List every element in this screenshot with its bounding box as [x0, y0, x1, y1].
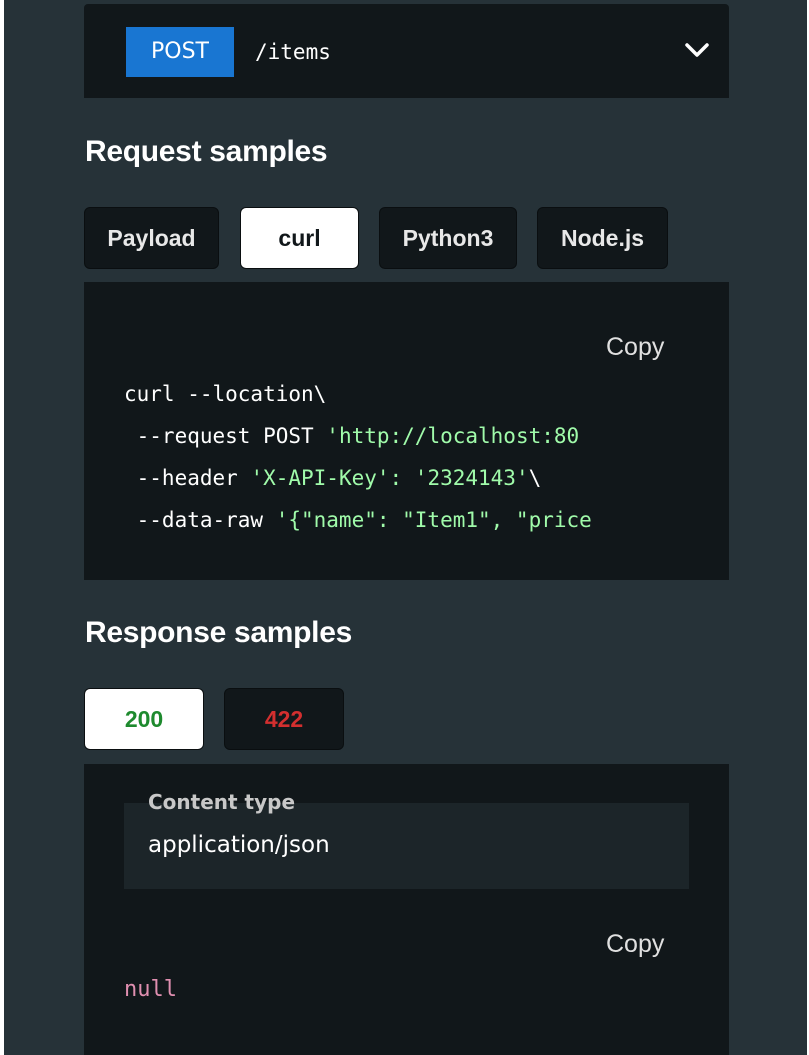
- content-type-select[interactable]: Content type application/json: [124, 790, 689, 889]
- tab-nodejs[interactable]: Node.js: [537, 207, 668, 269]
- copy-button[interactable]: Copy: [606, 929, 664, 959]
- chevron-down-icon[interactable]: [683, 40, 711, 60]
- code-line-1: curl --location\: [124, 380, 326, 408]
- code-text: --header: [124, 466, 251, 490]
- code-string: 'X-API-Key': '2324143': [250, 466, 529, 490]
- code-text: --request POST: [124, 424, 327, 448]
- code-string: '{"name": "Item1", "price: [275, 508, 592, 532]
- response-code-block: Content type application/json Copy null: [84, 764, 729, 1055]
- tab-status-422[interactable]: 422: [224, 688, 344, 750]
- code-line-3: --header 'X-API-Key': '2324143'\: [124, 464, 542, 492]
- tab-python3[interactable]: Python3: [379, 207, 517, 269]
- request-code-block: Copy curl --location\ --request POST 'ht…: [84, 282, 729, 580]
- request-samples-title: Request samples: [85, 135, 328, 168]
- tab-status-200[interactable]: 200: [84, 688, 204, 750]
- content-type-label: Content type: [148, 790, 296, 814]
- http-method-badge: POST: [126, 27, 234, 77]
- endpoint-path: /items: [255, 40, 331, 64]
- tab-payload[interactable]: Payload: [84, 207, 219, 269]
- content-type-value: application/json: [148, 832, 330, 858]
- code-text: --data-raw: [124, 508, 276, 532]
- code-string: 'http://localhost:80: [326, 424, 580, 448]
- code-line-2: --request POST 'http://localhost:80: [124, 422, 580, 450]
- tab-curl[interactable]: curl: [240, 207, 359, 269]
- code-viewport: curl --location\ --request POST 'http://…: [84, 282, 689, 580]
- response-samples-title: Response samples: [85, 616, 352, 649]
- code-text: \: [528, 466, 542, 490]
- code-text: curl --location\: [124, 382, 327, 406]
- response-body: null: [124, 977, 177, 1002]
- code-line-4: --data-raw '{"name": "Item1", "price: [124, 506, 592, 534]
